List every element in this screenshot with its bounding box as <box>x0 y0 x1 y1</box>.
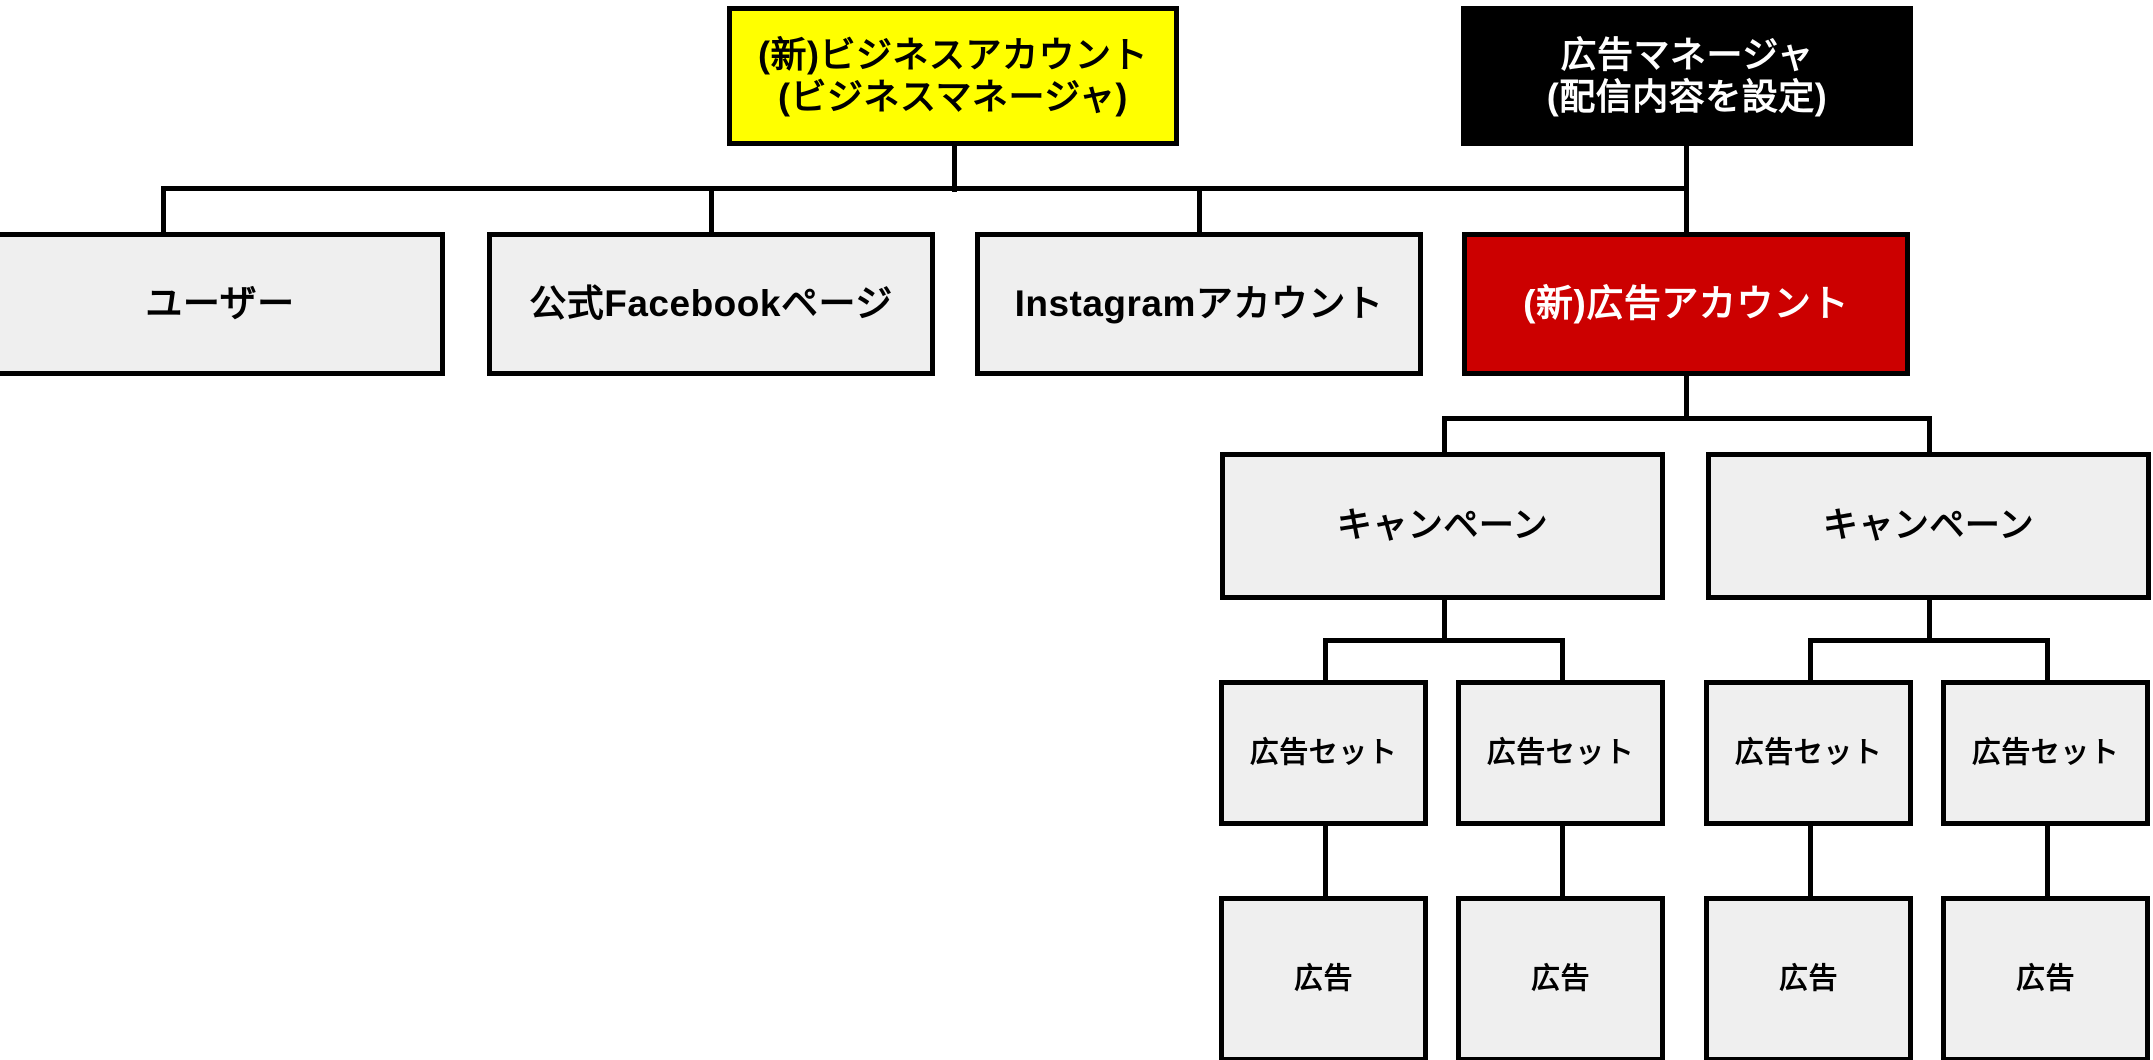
connector-adset-1-to-ad-1 <box>1323 824 1328 898</box>
connector-ads-manager-drop <box>1684 146 1689 236</box>
connector-bus-adsets-2 <box>1808 638 2050 643</box>
connector-campaign-1-drop <box>1442 598 1447 642</box>
node-business-account[interactable]: (新)ビジネスアカウント (ビジネスマネージャ) <box>727 6 1179 146</box>
node-campaign-2[interactable]: キャンペーン <box>1706 452 2151 600</box>
node-ad-1-label: 広告 <box>1293 962 1353 995</box>
node-ad-3[interactable]: 広告 <box>1704 896 1913 1060</box>
connector-bus-level2 <box>161 186 1689 191</box>
node-instagram-account-label: Instagramアカウント <box>1014 283 1384 325</box>
node-facebook-page[interactable]: 公式Facebookページ <box>487 232 935 376</box>
node-ad-2-label: 広告 <box>1530 962 1590 995</box>
node-ad-4-label: 広告 <box>2015 962 2075 995</box>
node-ad-account-label: (新)広告アカウント <box>1523 283 1849 325</box>
node-adset-1-label: 広告セット <box>1249 736 1398 769</box>
connector-drop-instagram-account <box>1197 186 1202 236</box>
connector-bus-adsets-1 <box>1323 638 1565 643</box>
connector-drop-user <box>161 186 166 236</box>
connector-campaign-2-drop <box>1927 598 1932 642</box>
node-ad-4[interactable]: 広告 <box>1941 896 2150 1060</box>
node-ads-manager-label: 広告マネージャ (配信内容を設定) <box>1546 33 1828 117</box>
node-ad-3-label: 広告 <box>1778 962 1838 995</box>
connector-adset-4-to-ad-4 <box>2045 824 2050 898</box>
node-business-account-label: (新)ビジネスアカウント (ビジネスマネージャ) <box>758 33 1148 117</box>
node-facebook-page-label: 公式Facebookページ <box>529 283 893 325</box>
node-adset-1[interactable]: 広告セット <box>1219 680 1428 826</box>
node-instagram-account[interactable]: Instagramアカウント <box>975 232 1423 376</box>
connector-drop-campaign-2 <box>1927 416 1932 454</box>
connector-drop-adset-2 <box>1560 638 1565 682</box>
node-campaign-2-label: キャンペーン <box>1822 506 2035 546</box>
connector-bus-campaigns <box>1442 416 1932 421</box>
connector-adset-3-to-ad-3 <box>1808 824 1813 898</box>
node-user[interactable]: ユーザー <box>0 232 445 376</box>
node-adset-2[interactable]: 広告セット <box>1456 680 1665 826</box>
connector-drop-adset-1 <box>1323 638 1328 682</box>
node-ads-manager[interactable]: 広告マネージャ (配信内容を設定) <box>1461 6 1913 146</box>
org-chart-canvas: (新)ビジネスアカウント (ビジネスマネージャ) 広告マネージャ (配信内容を設… <box>0 0 2153 1060</box>
node-ad-account[interactable]: (新)広告アカウント <box>1462 232 1910 376</box>
node-user-label: ユーザー <box>145 283 295 325</box>
node-ad-2[interactable]: 広告 <box>1456 896 1665 1060</box>
connector-drop-campaign-1 <box>1442 416 1447 454</box>
node-adset-4[interactable]: 広告セット <box>1941 680 2150 826</box>
connector-adset-2-to-ad-2 <box>1560 824 1565 898</box>
node-adset-3[interactable]: 広告セット <box>1704 680 1913 826</box>
node-campaign-1-label: キャンペーン <box>1336 506 1549 546</box>
connector-drop-adset-4 <box>2045 638 2050 682</box>
connector-drop-facebook-page <box>709 186 714 236</box>
node-adset-2-label: 広告セット <box>1486 736 1635 769</box>
node-campaign-1[interactable]: キャンペーン <box>1220 452 1665 600</box>
connector-ad-account-drop <box>1684 374 1689 420</box>
node-adset-3-label: 広告セット <box>1734 736 1883 769</box>
node-adset-4-label: 広告セット <box>1971 736 2120 769</box>
connector-drop-adset-3 <box>1808 638 1813 682</box>
node-ad-1[interactable]: 広告 <box>1219 896 1428 1060</box>
